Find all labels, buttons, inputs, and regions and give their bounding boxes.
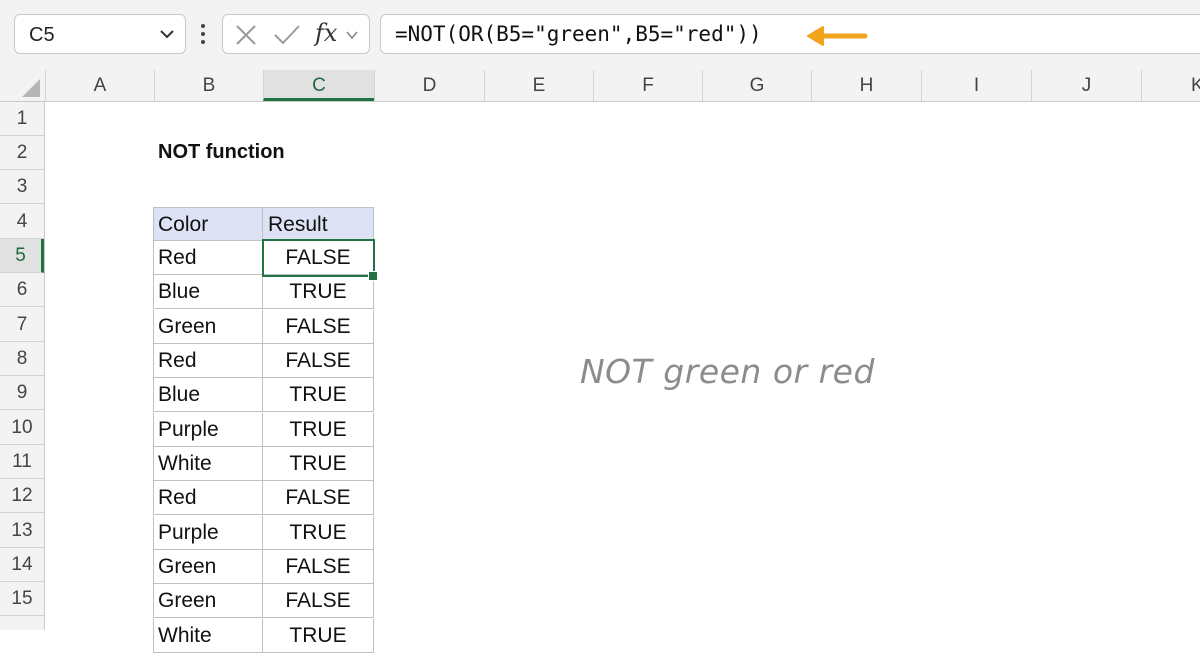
name-box-value: C5 [29, 24, 55, 46]
column-header-a[interactable]: A [45, 70, 154, 101]
color-cell[interactable]: White [153, 619, 263, 653]
row-header-15[interactable]: 15 [0, 582, 44, 616]
name-box[interactable]: C5 [14, 14, 186, 54]
select-all-corner[interactable] [0, 70, 45, 101]
fill-handle[interactable] [368, 271, 378, 281]
row-header-8[interactable]: 8 [0, 342, 44, 376]
cancel-icon[interactable] [235, 25, 257, 50]
result-cell[interactable]: FALSE [263, 584, 374, 618]
result-cell[interactable]: TRUE [263, 413, 374, 447]
row-header-14[interactable]: 14 [0, 548, 44, 582]
color-cell[interactable]: Red [153, 241, 263, 275]
result-cell[interactable]: TRUE [263, 447, 374, 481]
row-header-3[interactable]: 3 [0, 170, 44, 204]
formula-input[interactable]: =NOT(OR(B5="green",B5="red")) [380, 14, 1200, 54]
row-headers: 1 2 3 4 5 6 7 8 9 10 11 12 13 14 15 [0, 102, 45, 630]
result-cell[interactable]: FALSE [263, 550, 374, 584]
row-header-5[interactable]: 5 [0, 239, 44, 273]
row-header-13[interactable]: 13 [0, 514, 44, 548]
chevron-down-icon[interactable] [159, 26, 175, 47]
result-cell[interactable]: FALSE [263, 310, 374, 344]
column-header-b[interactable]: B [154, 70, 263, 101]
result-cell[interactable]: FALSE [263, 481, 374, 515]
result-cell[interactable]: TRUE [263, 619, 374, 653]
color-cell[interactable]: White [153, 447, 263, 481]
color-cell[interactable]: Red [153, 344, 263, 378]
row-header-6[interactable]: 6 [0, 273, 44, 307]
annotation-note: NOT green or red [580, 352, 875, 391]
color-cell[interactable]: Green [153, 584, 263, 618]
column-header-d[interactable]: D [374, 70, 484, 101]
more-options-icon[interactable] [200, 24, 206, 44]
column-header-g[interactable]: G [702, 70, 811, 101]
column-header-e[interactable]: E [484, 70, 593, 101]
column-header-f[interactable]: F [593, 70, 702, 101]
table-header-color[interactable]: Color [153, 207, 263, 241]
chevron-down-icon[interactable] [345, 28, 359, 47]
result-cell[interactable]: FALSE [263, 344, 374, 378]
color-cell[interactable]: Red [153, 481, 263, 515]
column-header-j[interactable]: J [1031, 70, 1141, 101]
enter-checkmark-icon[interactable] [273, 25, 301, 50]
row-header-12[interactable]: 12 [0, 479, 44, 513]
formula-bar: C5 fx =NOT(OR(B5="green",B5="red")) [0, 0, 1200, 70]
table-header-result[interactable]: Result [263, 207, 374, 241]
row-header-11[interactable]: 11 [0, 445, 44, 479]
arrow-left-icon [805, 24, 869, 53]
row-header-1[interactable]: 1 [0, 102, 44, 136]
formula-controls: fx [222, 14, 370, 54]
row-header-4[interactable]: 4 [0, 205, 44, 239]
row-header-2[interactable]: 2 [0, 136, 44, 170]
column-header-k[interactable]: K [1141, 70, 1200, 101]
color-cell[interactable]: Blue [153, 275, 263, 309]
column-header-c[interactable]: C [263, 70, 374, 101]
insert-function-button[interactable]: fx [315, 19, 337, 47]
color-cell[interactable]: Green [153, 310, 263, 344]
formula-text: =NOT(OR(B5="green",B5="red")) [395, 22, 762, 46]
color-cell[interactable]: Blue [153, 378, 263, 412]
sheet-title[interactable]: NOT function [158, 141, 285, 164]
color-cell[interactable]: Green [153, 550, 263, 584]
color-cell[interactable]: Purple [153, 516, 263, 550]
active-cell-border [262, 239, 375, 277]
column-headers: A B C D E F G H I J K [0, 70, 1200, 102]
color-cell[interactable]: Purple [153, 413, 263, 447]
column-header-h[interactable]: H [811, 70, 921, 101]
row-header-7[interactable]: 7 [0, 308, 44, 342]
result-cell[interactable]: TRUE [263, 378, 374, 412]
result-cell[interactable]: TRUE [263, 275, 374, 309]
row-header-10[interactable]: 10 [0, 411, 44, 445]
column-header-i[interactable]: I [921, 70, 1031, 101]
row-header-9[interactable]: 9 [0, 376, 44, 410]
result-cell[interactable]: TRUE [263, 516, 374, 550]
